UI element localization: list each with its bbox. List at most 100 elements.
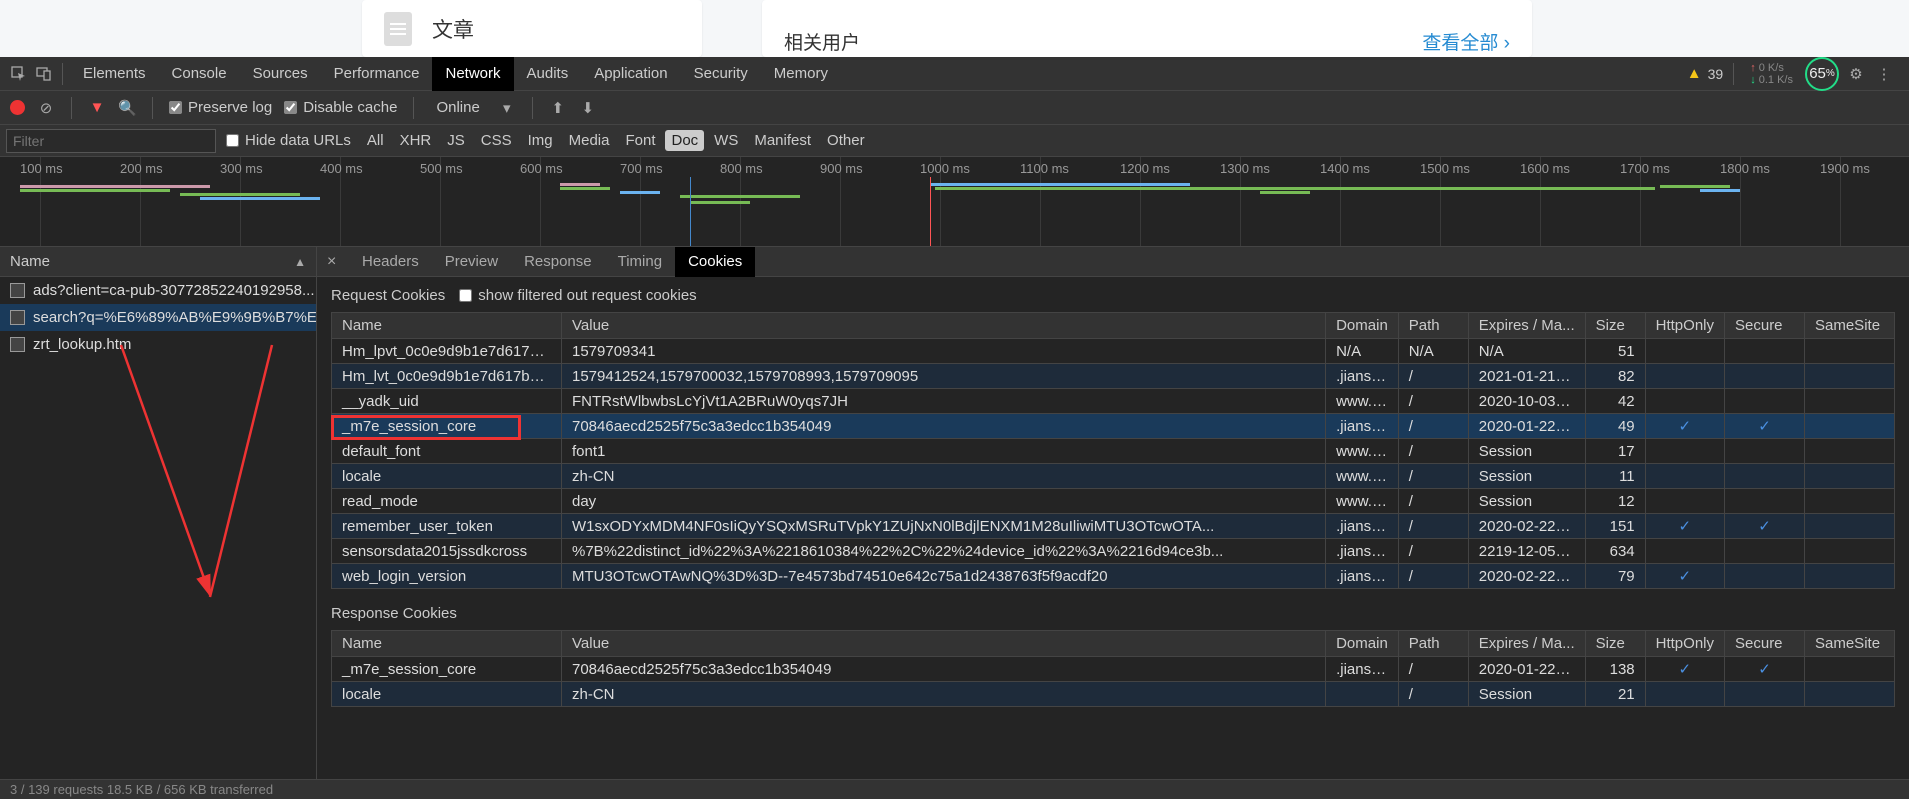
cookie-cell: /	[1398, 364, 1468, 389]
col-header[interactable]: Path	[1398, 313, 1468, 339]
filter-manifest[interactable]: Manifest	[748, 130, 817, 151]
tab-memory[interactable]: Memory	[761, 57, 841, 91]
hide-data-urls-checkbox[interactable]: Hide data URLs	[226, 132, 351, 149]
record-button[interactable]	[10, 100, 25, 115]
clear-button[interactable]: ⊘	[37, 99, 55, 117]
request-row[interactable]: ads?client=ca-pub-30772852240192958...	[0, 277, 316, 304]
col-header[interactable]: Expires / Ma...	[1468, 313, 1585, 339]
tab-elements[interactable]: Elements	[70, 57, 159, 91]
cookie-cell: Hm_lpvt_0c0e9d9b1e7d617b3e6842e8...	[332, 339, 562, 364]
settings-icon[interactable]: ⚙	[1845, 63, 1867, 85]
cookie-cell	[1725, 364, 1805, 389]
detail-tab-preview[interactable]: Preview	[432, 247, 511, 277]
waterfall-bar	[1260, 191, 1310, 194]
col-header[interactable]: HttpOnly	[1645, 313, 1724, 339]
col-header[interactable]: Path	[1398, 631, 1468, 657]
tab-performance[interactable]: Performance	[321, 57, 433, 91]
close-detail-icon[interactable]: ×	[327, 253, 347, 271]
tab-audits[interactable]: Audits	[514, 57, 582, 91]
device-toggle-icon[interactable]	[33, 63, 55, 85]
col-header[interactable]: HttpOnly	[1645, 631, 1724, 657]
request-row[interactable]: search?q=%E6%89%AB%E9%9B%B7%E9...	[0, 304, 316, 331]
tab-network[interactable]: Network	[432, 57, 513, 91]
throttling-chevron-icon[interactable]: ▾	[498, 99, 516, 117]
more-icon[interactable]: ⋮	[1873, 63, 1895, 85]
show-filtered-checkbox[interactable]: show filtered out request cookies	[459, 287, 696, 304]
cookie-row[interactable]: read_modedaywww.jians.../Session12	[332, 489, 1895, 514]
cookie-row[interactable]: Hm_lpvt_0c0e9d9b1e7d617b3e6842e8...15797…	[332, 339, 1895, 364]
preserve-log-checkbox[interactable]: Preserve log	[169, 99, 272, 116]
tab-application[interactable]: Application	[581, 57, 680, 91]
col-header[interactable]: Secure	[1725, 313, 1805, 339]
tab-sources[interactable]: Sources	[240, 57, 321, 91]
request-list-header[interactable]: Name ▲	[0, 247, 316, 277]
cookie-row[interactable]: localezh-CN/Session21	[332, 682, 1895, 707]
hide-data-urls-label: Hide data URLs	[245, 132, 351, 149]
cookie-row[interactable]: Hm_lvt_0c0e9d9b1e7d617b3e6842e85...15794…	[332, 364, 1895, 389]
cookie-cell: 51	[1585, 339, 1645, 364]
cookie-row[interactable]: localezh-CNwww.jians.../Session11	[332, 464, 1895, 489]
filter-font[interactable]: Font	[619, 130, 661, 151]
detail-tab-timing[interactable]: Timing	[605, 247, 675, 277]
col-header[interactable]: Size	[1585, 631, 1645, 657]
cookie-row[interactable]: _m7e_session_core70846aecd2525f75c3a3edc…	[332, 657, 1895, 682]
download-har-icon[interactable]: ⬇	[579, 99, 597, 117]
view-all-link[interactable]: 查看全部 ›	[1422, 28, 1510, 57]
filter-media[interactable]: Media	[563, 130, 616, 151]
col-header[interactable]: SameSite	[1805, 631, 1895, 657]
related-card: 相关用户 查看全部 ›	[762, 0, 1532, 57]
tab-security[interactable]: Security	[681, 57, 761, 91]
upload-har-icon[interactable]: ⬆	[549, 99, 567, 117]
col-header[interactable]: Size	[1585, 313, 1645, 339]
col-header[interactable]: Value	[562, 631, 1326, 657]
waterfall-bar	[680, 195, 800, 198]
filter-css[interactable]: CSS	[475, 130, 518, 151]
tab-console[interactable]: Console	[159, 57, 240, 91]
col-header[interactable]: SameSite	[1805, 313, 1895, 339]
waterfall-bar	[180, 193, 300, 196]
cookie-row[interactable]: web_login_versionMTU3OTcwOTAwNQ%3D%3D--7…	[332, 564, 1895, 589]
search-icon[interactable]: 🔍	[118, 99, 136, 117]
filter-toggle-icon[interactable]: ▼	[88, 99, 106, 116]
cookie-row[interactable]: default_fontfont1www.jians.../Session17	[332, 439, 1895, 464]
filter-ws[interactable]: WS	[708, 130, 744, 151]
col-header[interactable]: Domain	[1326, 313, 1399, 339]
disable-cache-checkbox[interactable]: Disable cache	[284, 99, 397, 116]
cookie-cell: www.jians...	[1326, 489, 1399, 514]
col-header[interactable]: Domain	[1326, 631, 1399, 657]
col-header[interactable]: Name	[332, 313, 562, 339]
detail-tab-cookies[interactable]: Cookies	[675, 247, 755, 277]
filter-other[interactable]: Other	[821, 130, 871, 151]
cookie-row[interactable]: remember_user_tokenW1sxODYxMDM4NF0sIiQyY…	[332, 514, 1895, 539]
cookie-row[interactable]: sensorsdata2015jssdkcross%7B%22distinct_…	[332, 539, 1895, 564]
filter-img[interactable]: Img	[522, 130, 559, 151]
cookie-cell: ✓	[1725, 514, 1805, 539]
request-row[interactable]: zrt_lookup.htm	[0, 331, 316, 358]
inspect-icon[interactable]	[8, 63, 30, 85]
detail-tab-headers[interactable]: Headers	[349, 247, 432, 277]
cookie-row[interactable]: _m7e_session_core70846aecd2525f75c3a3edc…	[332, 414, 1895, 439]
throttling-select[interactable]: Online	[430, 99, 485, 116]
detail-tab-response[interactable]: Response	[511, 247, 605, 277]
waterfall-overview[interactable]: 100 ms200 ms300 ms400 ms500 ms600 ms700 …	[0, 157, 1909, 247]
col-header[interactable]: Secure	[1725, 631, 1805, 657]
detail-panel: × HeadersPreviewResponseTimingCookies Re…	[317, 247, 1909, 779]
timeline-tick: 400 ms	[320, 161, 363, 176]
col-header[interactable]: Name	[332, 631, 562, 657]
filter-all[interactable]: All	[361, 130, 390, 151]
warning-icon[interactable]: ▲	[1687, 65, 1702, 82]
cookie-cell: /	[1398, 389, 1468, 414]
filter-doc[interactable]: Doc	[665, 130, 704, 151]
filter-js[interactable]: JS	[441, 130, 471, 151]
cookie-cell: 2020-01-22T...	[1468, 414, 1585, 439]
col-header[interactable]: Expires / Ma...	[1468, 631, 1585, 657]
network-toolbar: ⊘ ▼ 🔍 Preserve log Disable cache Online …	[0, 91, 1909, 125]
cookie-cell: ✓	[1645, 657, 1724, 682]
filter-input[interactable]	[6, 129, 216, 153]
col-header[interactable]: Value	[562, 313, 1326, 339]
cookie-cell: web_login_version	[332, 564, 562, 589]
cookie-row[interactable]: __yadk_uidFNTRstWlbwbsLcYjVt1A2BRuW0yqs7…	[332, 389, 1895, 414]
timeline-tick: 800 ms	[720, 161, 763, 176]
filter-xhr[interactable]: XHR	[394, 130, 438, 151]
fps-meter: 65%	[1805, 57, 1839, 91]
